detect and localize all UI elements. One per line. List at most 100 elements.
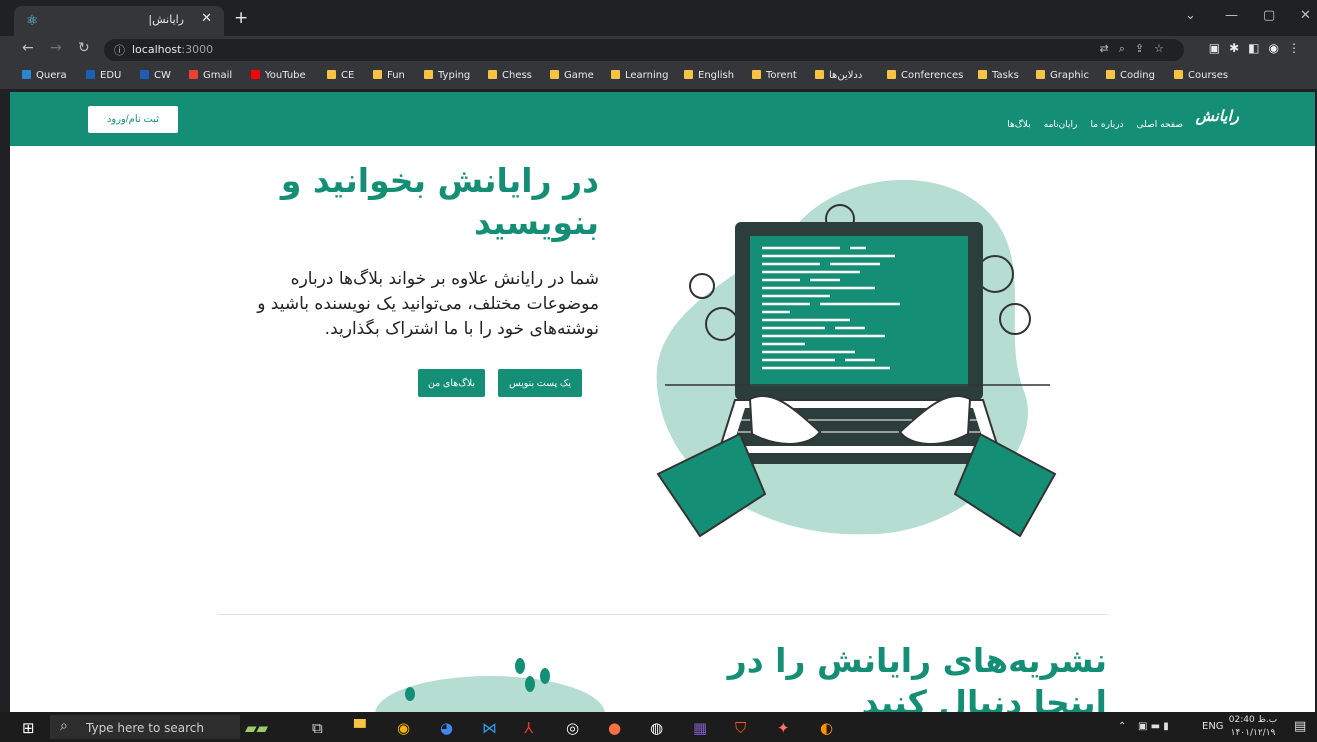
media-icon[interactable]: ◎: [566, 719, 579, 737]
close-window-icon[interactable]: ✕: [1300, 8, 1311, 23]
taskbar-clock[interactable]: 02:40 ب.ظ ۱۴۰۱/۱۲/۱۹: [1228, 714, 1278, 740]
app-icon-3[interactable]: ▦: [693, 719, 707, 737]
browser-tabstrip: ⚛ رایانش| ✕ + ⌄ — ▢ ✕: [0, 0, 1317, 36]
firefox-icon[interactable]: ◐: [820, 719, 833, 737]
forward-icon[interactable]: →: [50, 40, 62, 56]
weather-widget-icon[interactable]: ▰▰: [245, 719, 268, 737]
bookmark-item[interactable]: EDU: [86, 70, 121, 81]
bookmark-item[interactable]: Graphic: [1036, 70, 1089, 81]
bookmark-label: Torent: [766, 70, 797, 81]
laptop-coding-illustration: [656, 179, 1057, 538]
bookmark-icon: [611, 70, 620, 79]
tray-icons[interactable]: ▣ ▬ ▮: [1138, 721, 1169, 732]
address-bar[interactable]: ⓘ localhost:3000 ⇄⌕⇪☆: [104, 39, 1184, 61]
bookmark-label: Tasks: [992, 70, 1019, 81]
tray-chevron-icon[interactable]: ⌃: [1118, 721, 1126, 732]
bookmark-item[interactable]: CW: [140, 70, 171, 81]
newsletter-title: نشریه‌های رایانش را در اینجا دنبال کنید: [727, 641, 1107, 712]
bookmark-item[interactable]: Fun: [373, 70, 405, 81]
file-explorer-icon[interactable]: ▀: [354, 719, 366, 737]
postman-icon[interactable]: ●: [608, 719, 621, 737]
bookmark-item[interactable]: Quera: [22, 70, 67, 81]
notification-icon[interactable]: ▤: [1294, 719, 1306, 734]
bookmark-item[interactable]: Courses: [1174, 70, 1228, 81]
app-icon-2[interactable]: ◍: [650, 719, 663, 737]
bookmark-icon: [1174, 70, 1183, 79]
bookmark-icon: [887, 70, 896, 79]
bookmark-item[interactable]: Chess: [488, 70, 532, 81]
bookmark-icon: [684, 70, 693, 79]
bookmark-label: Graphic: [1050, 70, 1089, 81]
bookmark-icon: [424, 70, 433, 79]
chevron-down-icon[interactable]: ⌄: [1185, 8, 1196, 23]
share-icon: ⇪: [1134, 42, 1155, 55]
bookmark-item[interactable]: English: [684, 70, 734, 81]
bookmark-icon: [189, 70, 198, 79]
bookmark-item[interactable]: ددلاین‌ها: [815, 70, 862, 81]
bookmark-label: Typing: [438, 70, 471, 81]
bookmark-label: Quera: [36, 70, 67, 81]
reload-icon[interactable]: ↻: [78, 40, 90, 56]
write-post-button[interactable]: یک پست بنویس: [498, 369, 582, 397]
nav-home[interactable]: صفحه اصلی: [1137, 120, 1183, 130]
bookmark-item[interactable]: Conferences: [887, 70, 963, 81]
bookmark-icon: [978, 70, 987, 79]
extension-icons[interactable]: ▣✱◧◉⋮: [1209, 41, 1309, 55]
bookmark-item[interactable]: Torent: [752, 70, 797, 81]
translate-icon: ⇄: [1099, 42, 1119, 55]
bookmark-item[interactable]: CE: [327, 70, 354, 81]
app-icon[interactable]: ◕: [440, 719, 453, 737]
close-tab-icon[interactable]: ✕: [201, 11, 212, 26]
my-blogs-button[interactable]: بلاگ‌های من: [418, 369, 485, 397]
bookmark-item[interactable]: Coding: [1106, 70, 1155, 81]
section-divider: [217, 614, 1107, 615]
bookmark-item[interactable]: Gmail: [189, 70, 232, 81]
search-icon: ⌕: [60, 718, 68, 734]
puzzle-icon: ✱: [1229, 41, 1249, 55]
tab-title: رایانش|: [148, 13, 184, 26]
task-view-icon[interactable]: ⧉: [312, 719, 323, 737]
bookmark-label: Learning: [625, 70, 669, 81]
bookmark-item[interactable]: Game: [550, 70, 594, 81]
bookmark-label: CE: [341, 70, 355, 81]
site-nav: صفحه اصلی درباره ما رایان‌نامه بلاگ‌ها: [999, 112, 1183, 131]
bookmark-icon: [327, 70, 336, 79]
bookmark-icon: [251, 70, 260, 79]
taskbar-search[interactable]: ⌕ Type here to search: [50, 715, 240, 739]
taskbar-search-placeholder: Type here to search: [86, 721, 204, 735]
info-icon[interactable]: ⓘ: [114, 42, 125, 58]
bookmark-icon: [1106, 70, 1115, 79]
bookmark-icon: [752, 70, 761, 79]
site-logo[interactable]: رایانش: [1196, 107, 1239, 125]
omnibox-icons[interactable]: ⇄⌕⇪☆: [1100, 42, 1174, 56]
bookmark-label: Gmail: [203, 70, 233, 81]
windows-start-icon[interactable]: ⊞: [22, 719, 35, 737]
new-tab-icon[interactable]: +: [234, 8, 248, 28]
star-icon: ☆: [1154, 42, 1174, 55]
bookmark-icon: [373, 70, 382, 79]
language-indicator[interactable]: ENG: [1202, 721, 1224, 732]
bookmark-label: Fun: [387, 70, 405, 81]
nav-newsletter[interactable]: رایان‌نامه: [1044, 120, 1078, 130]
vscode-icon[interactable]: ⋈: [482, 719, 497, 737]
bookmark-label: YouTube: [265, 70, 306, 81]
nav-about[interactable]: درباره ما: [1090, 120, 1123, 130]
brave-icon[interactable]: ⛉: [735, 719, 746, 737]
browser-tab[interactable]: ⚛ رایانش| ✕: [14, 6, 224, 36]
bookmark-item[interactable]: Tasks: [978, 70, 1019, 81]
extension-icon: ▣: [1208, 41, 1230, 55]
menu-icon: ⋮: [1288, 41, 1309, 55]
maximize-icon[interactable]: ▢: [1263, 8, 1275, 23]
back-icon[interactable]: ←: [22, 40, 34, 56]
bookmark-icon: [488, 70, 497, 79]
bookmark-item[interactable]: Typing: [424, 70, 470, 81]
bookmark-item[interactable]: YouTube: [251, 70, 306, 81]
login-signup-button[interactable]: ثبت نام/ورود: [88, 106, 178, 133]
figma-icon[interactable]: ✦: [777, 719, 790, 737]
pdf-reader-icon[interactable]: ⅄: [524, 719, 533, 737]
minimize-icon[interactable]: —: [1225, 8, 1238, 23]
bookmark-label: CW: [154, 70, 171, 81]
nav-blogs[interactable]: بلاگ‌ها: [1007, 120, 1030, 130]
chrome-icon[interactable]: ◉: [397, 719, 410, 737]
bookmark-item[interactable]: Learning: [611, 70, 668, 81]
